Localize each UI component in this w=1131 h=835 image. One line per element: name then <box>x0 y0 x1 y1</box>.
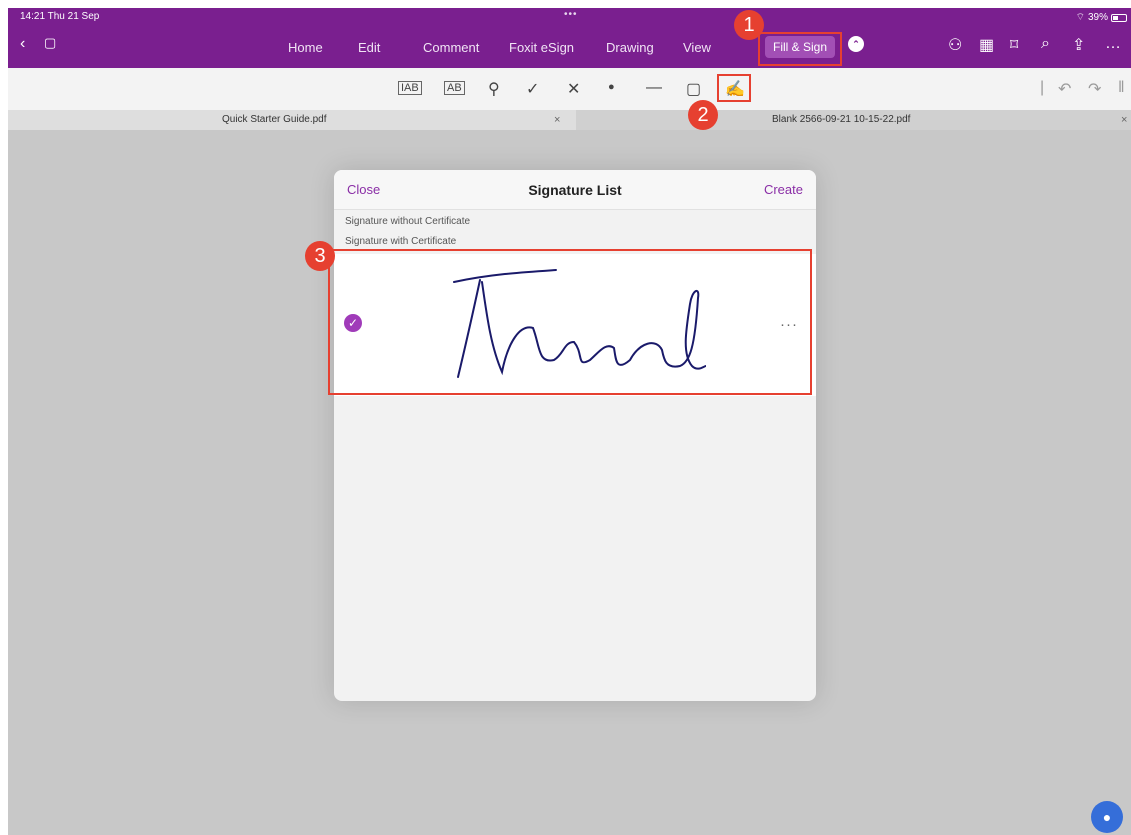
menu-edit[interactable]: Edit <box>358 40 380 55</box>
toolbar-divider-right: ‖ <box>1118 79 1125 96</box>
create-button[interactable]: Create <box>764 182 803 197</box>
top-bar: 14:21 Thu 21 Sep ••• ⌔ 39% ‹ ▢ Home Edit… <box>8 8 1131 68</box>
more-icon[interactable]: … <box>1105 35 1121 53</box>
checkmark-icon[interactable]: ✓ <box>526 79 539 99</box>
annotation-box-1 <box>758 32 842 66</box>
assistant-fab[interactable]: ● <box>1091 801 1123 833</box>
undo-icon[interactable]: ↶ <box>1058 79 1071 99</box>
chevron-left-icon[interactable]: ‹ <box>20 35 25 53</box>
annotation-box-2 <box>717 74 751 102</box>
status-time: 14:21 Thu 21 Sep <box>20 11 100 22</box>
document-tabs: Quick Starter Guide.pdf × Blank 2566-09-… <box>8 110 1131 130</box>
combed-text-icon[interactable]: AB <box>444 81 465 95</box>
annotation-badge-1: 1 <box>734 10 764 40</box>
dot-icon[interactable]: ● <box>608 81 615 93</box>
search-icon[interactable]: ⌕ <box>1041 35 1050 53</box>
status-right: ⌔ 39% <box>1076 11 1127 24</box>
menu-drawing[interactable]: Drawing <box>606 40 654 55</box>
menu-view[interactable]: View <box>683 40 711 55</box>
section-with-certificate[interactable]: Signature with Certificate <box>345 236 456 247</box>
sidebar-panel-icon[interactable]: ▢ <box>44 35 56 51</box>
menu-expand-icon[interactable]: ⌃ <box>848 36 864 52</box>
rectangle-icon[interactable]: ▢ <box>686 79 701 99</box>
share-icon[interactable]: ⇪ <box>1072 35 1085 55</box>
text-tool-icon[interactable]: IAB <box>398 81 422 95</box>
wifi-icon: ⌔ <box>1075 12 1085 23</box>
annotation-badge-2: 2 <box>688 100 718 130</box>
annotation-badge-3: 3 <box>305 241 335 271</box>
redo-icon[interactable]: ↷ <box>1088 79 1101 99</box>
close-icon[interactable]: × <box>554 110 560 130</box>
dialog-header: Close Signature List Create <box>334 170 816 210</box>
line-icon[interactable]: — <box>646 79 662 97</box>
tab-label-blank: Blank 2566-09-21 10-15-22.pdf <box>772 114 911 125</box>
menu-home[interactable]: Home <box>288 40 323 55</box>
battery-icon <box>1111 13 1127 22</box>
profile-icon[interactable]: ⚲ <box>488 79 500 99</box>
section-without-certificate[interactable]: Signature without Certificate <box>345 216 470 227</box>
toolbar-divider: | <box>1040 79 1045 96</box>
add-user-icon[interactable]: ⚇ <box>948 35 962 55</box>
multitask-dots[interactable]: ••• <box>564 9 578 20</box>
battery-label: 39% <box>1087 12 1108 23</box>
close-icon[interactable]: × <box>1121 110 1127 130</box>
x-mark-icon[interactable]: ✕ <box>567 79 580 99</box>
menu-comment[interactable]: Comment <box>423 40 479 55</box>
menu-foxit-esign[interactable]: Foxit eSign <box>509 40 574 55</box>
grid-icon[interactable]: ▦ <box>979 35 994 55</box>
tab-label-quick-starter: Quick Starter Guide.pdf <box>222 114 327 125</box>
bookmark-icon[interactable]: ⌑ <box>1010 35 1018 55</box>
annotation-box-3 <box>328 249 812 395</box>
dialog-title: Signature List <box>528 182 622 198</box>
fill-sign-toolbar: IAB AB ⚲ ✓ ✕ ● — ▢ ✍ | ↶ ↷ ‖ <box>8 68 1131 110</box>
app-window: 14:21 Thu 21 Sep ••• ⌔ 39% ‹ ▢ Home Edit… <box>8 8 1131 835</box>
